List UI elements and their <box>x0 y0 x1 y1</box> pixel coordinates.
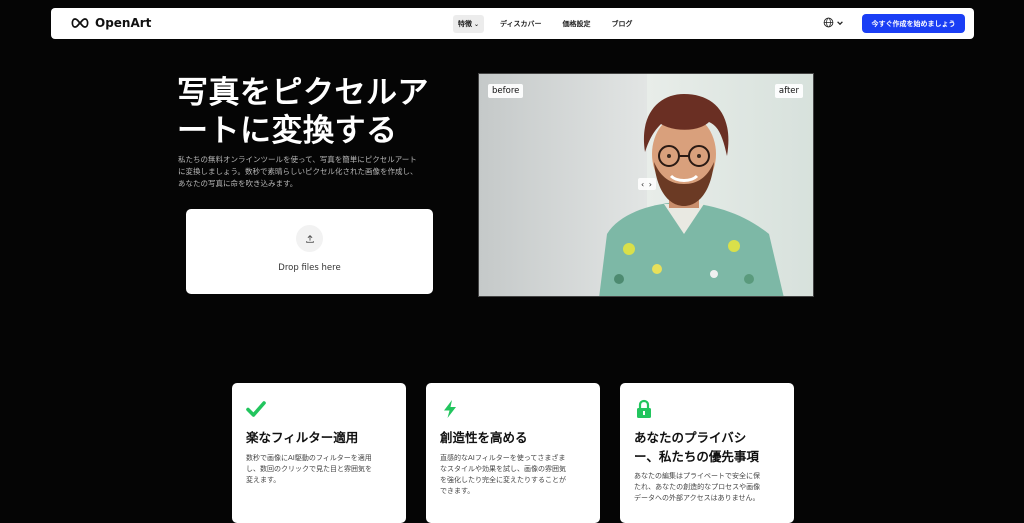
dropzone-label: Drop files here <box>278 263 341 273</box>
feature-desc-line: 変えます。 <box>246 476 281 484</box>
file-dropzone[interactable]: Drop files here <box>186 209 433 294</box>
openart-logo[interactable]: OpenArt <box>70 15 151 31</box>
globe-icon <box>823 17 834 28</box>
start-creating-button[interactable]: 今すぐ作成を始めましょう <box>862 14 965 33</box>
nav-features[interactable]: 特徴 ⌄ <box>453 15 485 33</box>
nav-features-label: 特徴 <box>458 20 472 28</box>
feature-description: 直感的なAIフィルターを使ってさまざま なスタイルや効果を試し、画像の雰囲気 を… <box>440 453 590 497</box>
feature-title: 創造性を高める <box>440 430 528 445</box>
nav-pricing[interactable]: 価格設定 <box>558 15 596 33</box>
feature-description: 数秒で画像にAI駆動のフィルターを適用 し、数回のクリックで見た目と雰囲気を 変… <box>246 453 396 486</box>
after-label: after <box>774 84 803 98</box>
hero-desc-line2: に変換しましょう。数秒で素晴らしいピクセル化された画像を作成し、 <box>178 167 418 176</box>
infinity-logo-icon <box>71 18 89 28</box>
chevron-down-icon: ⌄ <box>474 20 480 28</box>
hero-description: 私たちの無料オンラインツールを使って、写真を簡単にピクセルアート に変換しましょ… <box>178 154 450 190</box>
hero-title-line1: 写真をピクセルア <box>177 75 429 111</box>
feature-desc-line: たれ、あなたの創造的なプロセスや画像 <box>634 483 761 491</box>
before-after-comparison[interactable]: before after ‹ › <box>478 73 814 297</box>
feature-desc-line: を強化したり完全に変えたりすることが <box>440 476 566 484</box>
feature-desc-line: なスタイルや効果を試し、画像の雰囲気 <box>440 465 566 473</box>
language-selector[interactable] <box>823 17 844 28</box>
upload-icon <box>305 234 314 243</box>
main-nav: 特徴 ⌄ ディスカバー 価格設定 ブログ <box>453 15 649 33</box>
lock-icon <box>637 399 651 418</box>
upload-button[interactable] <box>296 225 323 252</box>
hero-desc-line3: あなたの写真に命を吹き込みます。 <box>178 179 298 188</box>
feature-title: あなたのプライバシ ー、私たちの優先事項 <box>634 428 784 466</box>
feature-desc-line: できます。 <box>440 487 475 495</box>
check-icon <box>246 401 266 417</box>
logo-text: OpenArt <box>95 16 152 30</box>
top-navbar: OpenArt 特徴 ⌄ ディスカバー 価格設定 ブログ 今すぐ作成を始めましょ… <box>51 8 974 39</box>
feature-desc-line: 数秒で画像にAI駆動のフィルターを適用 <box>246 454 372 462</box>
hero-title: 写真をピクセルア ートに変換する <box>177 74 457 150</box>
feature-description: あなたの編集はプライベートで安全に保 たれ、あなたの創造的なプロセスや画像 デー… <box>634 471 784 504</box>
feature-desc-line: あなたの編集はプライベートで安全に保 <box>634 472 760 480</box>
feature-card-privacy: あなたのプライバシ ー、私たちの優先事項 あなたの編集はプライベートで安全に保 … <box>620 383 794 523</box>
hero-title-line2: ートに変換する <box>177 113 398 149</box>
feature-title: 楽なフィルター適用 <box>246 430 359 445</box>
chevron-down-icon <box>837 20 843 25</box>
compare-slider-handle[interactable]: ‹ › <box>638 178 656 190</box>
nav-blog[interactable]: ブログ <box>607 15 638 33</box>
feature-desc-line: データへの外部アクセスはありません。 <box>634 494 760 502</box>
feature-desc-line: し、数回のクリックで見た目と雰囲気を <box>246 465 372 473</box>
feature-card-filters: 楽なフィルター適用 数秒で画像にAI駆動のフィルターを適用 し、数回のクリックで… <box>232 383 406 523</box>
feature-card-creativity: 創造性を高める 直感的なAIフィルターを使ってさまざま なスタイルや効果を試し、… <box>426 383 600 523</box>
feature-title-line: あなたのプライバシ <box>634 430 747 445</box>
nav-discover[interactable]: ディスカバー <box>495 15 547 33</box>
lightning-icon <box>444 400 456 418</box>
hero-desc-line1: 私たちの無料オンラインツールを使って、写真を簡単にピクセルアート <box>178 155 417 164</box>
feature-desc-line: 直感的なAIフィルターを使ってさまざま <box>440 454 566 462</box>
feature-title-line: ー、私たちの優先事項 <box>634 449 759 464</box>
before-label: before <box>488 84 524 98</box>
